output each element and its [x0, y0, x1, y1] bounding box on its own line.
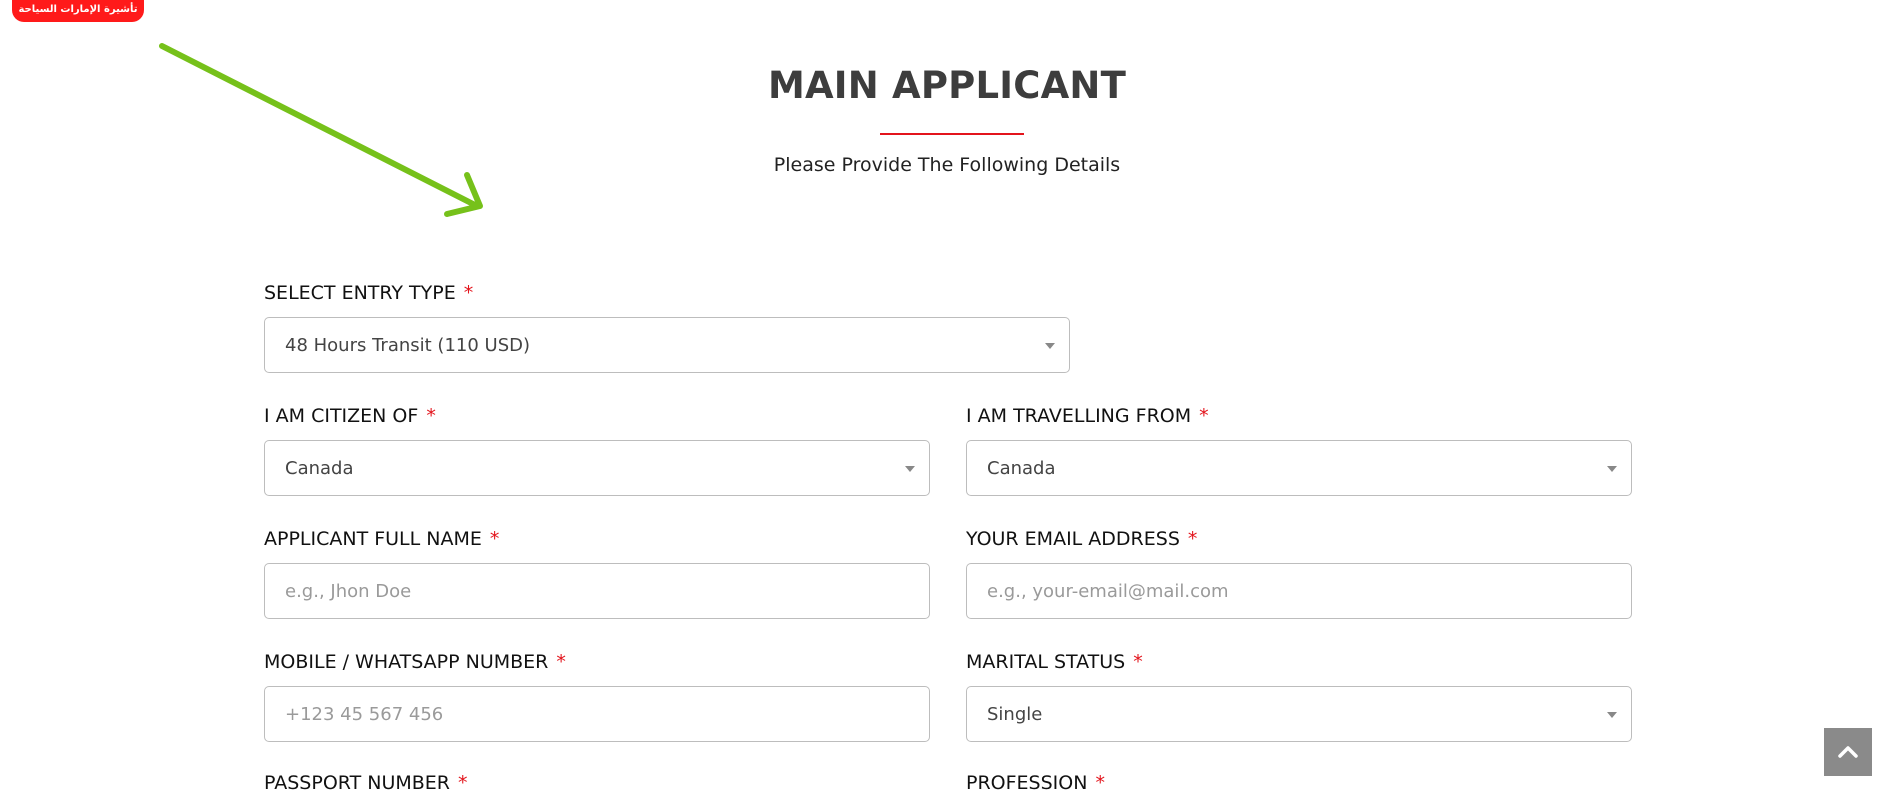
travelling-from-select[interactable]: Canada [966, 440, 1632, 496]
required-marker: * [489, 528, 500, 550]
page-title: MAIN APPLICANT [767, 64, 1127, 107]
full-name-field: APPLICANT FULL NAME * e.g., Jhon Doe [264, 526, 930, 619]
travelling-from-value: Canada [987, 457, 1056, 479]
page: تأشيرة الإمارات السياحة MAIN APPLICANT P… [0, 0, 1894, 796]
email-placeholder: e.g., your-email@mail.com [987, 580, 1229, 602]
profession-label: PROFESSION * [966, 772, 1105, 794]
required-marker: * [463, 282, 474, 304]
full-name-input[interactable]: e.g., Jhon Doe [264, 563, 930, 619]
passport-label: PASSPORT NUMBER * [264, 772, 468, 794]
mobile-field: MOBILE / WHATSAPP NUMBER * +123 45 567 45… [264, 649, 930, 742]
title-divider [880, 133, 1024, 135]
page-subtitle: Please Provide The Following Details [773, 154, 1121, 176]
passport-field: PASSPORT NUMBER * [264, 770, 930, 796]
full-name-label: APPLICANT FULL NAME * [264, 528, 500, 550]
required-marker: * [1133, 651, 1143, 673]
brand-logo-text: تأشيرة الإمارات السياحة [18, 3, 138, 15]
citizen-of-field: I AM CITIZEN OF * Canada [264, 403, 930, 496]
email-field: YOUR EMAIL ADDRESS * e.g., your-email@mai… [966, 526, 1632, 619]
email-label: YOUR EMAIL ADDRESS * [966, 528, 1198, 550]
required-marker: * [1199, 405, 1209, 427]
caret-down-icon [1607, 466, 1617, 472]
email-input[interactable]: e.g., your-email@mail.com [966, 563, 1632, 619]
scroll-to-top-button[interactable] [1824, 728, 1872, 776]
entry-type-label: SELECT ENTRY TYPE * [264, 282, 474, 304]
marital-status-select[interactable]: Single [966, 686, 1632, 742]
travelling-from-label: I AM TRAVELLING FROM * [966, 405, 1209, 427]
marital-status-field: MARITAL STATUS * Single [966, 649, 1632, 742]
brand-logo[interactable]: تأشيرة الإمارات السياحة [12, 0, 144, 22]
caret-down-icon [905, 466, 915, 472]
entry-type-value: 48 Hours Transit (110 USD) [285, 334, 531, 356]
mobile-placeholder: +123 45 567 456 [285, 703, 444, 725]
mobile-input[interactable]: +123 45 567 456 [264, 686, 930, 742]
caret-down-icon [1607, 712, 1617, 718]
marital-status-label: MARITAL STATUS * [966, 651, 1143, 673]
profession-field: PROFESSION * [966, 770, 1632, 796]
entry-type-select[interactable]: 48 Hours Transit (110 USD) [264, 317, 1070, 373]
entry-type-field: SELECT ENTRY TYPE * 48 Hours Transit (110… [264, 280, 1070, 373]
citizen-of-value: Canada [285, 457, 354, 479]
caret-down-icon [1045, 343, 1055, 349]
mobile-label: MOBILE / WHATSAPP NUMBER * [264, 651, 566, 673]
required-marker: * [1187, 528, 1198, 550]
citizen-of-label: I AM CITIZEN OF * [264, 405, 436, 427]
required-marker: * [556, 651, 566, 673]
marital-status-value: Single [987, 703, 1043, 725]
citizen-of-select[interactable]: Canada [264, 440, 930, 496]
travelling-from-field: I AM TRAVELLING FROM * Canada [966, 403, 1632, 496]
chevron-up-icon [1838, 746, 1858, 758]
required-marker: * [426, 405, 436, 427]
required-marker: * [458, 772, 468, 794]
full-name-placeholder: e.g., Jhon Doe [285, 580, 412, 602]
required-marker: * [1095, 772, 1105, 794]
